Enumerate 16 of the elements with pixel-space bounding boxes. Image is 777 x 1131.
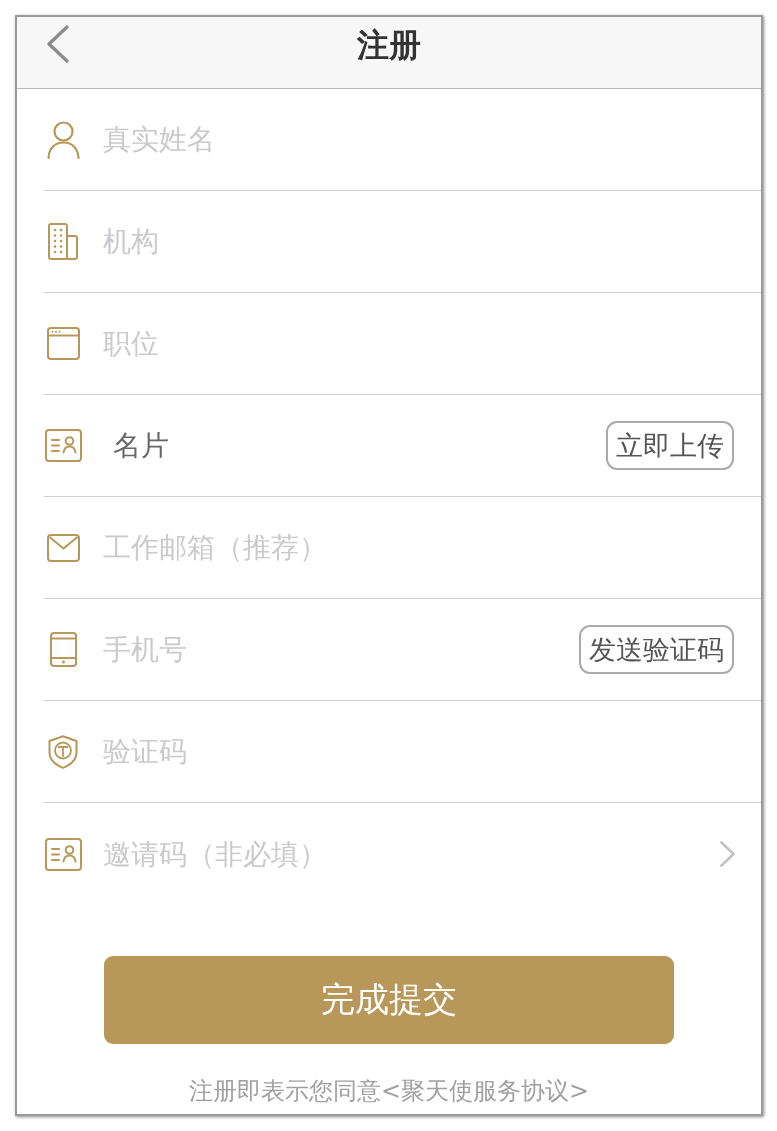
mail-icon bbox=[46, 533, 80, 562]
chevron-right-icon bbox=[719, 840, 736, 868]
shield-icon bbox=[48, 734, 78, 769]
back-button[interactable] bbox=[46, 25, 70, 63]
id-card-icon bbox=[44, 837, 82, 871]
agreement-text: 注册即表示您同意<聚天使服务协议> bbox=[188, 1076, 590, 1107]
building-icon bbox=[48, 223, 78, 260]
page-title: 注册 bbox=[357, 25, 421, 66]
id-card-icon bbox=[44, 429, 82, 462]
upload-button[interactable]: 立即上传 bbox=[606, 421, 734, 470]
tablet-icon bbox=[49, 632, 77, 667]
back-icon bbox=[46, 25, 70, 63]
window-icon bbox=[46, 327, 80, 360]
field-label: 名片 bbox=[112, 427, 169, 464]
send-code-button[interactable]: 发送验证码 bbox=[579, 625, 734, 674]
person-icon bbox=[46, 120, 80, 159]
